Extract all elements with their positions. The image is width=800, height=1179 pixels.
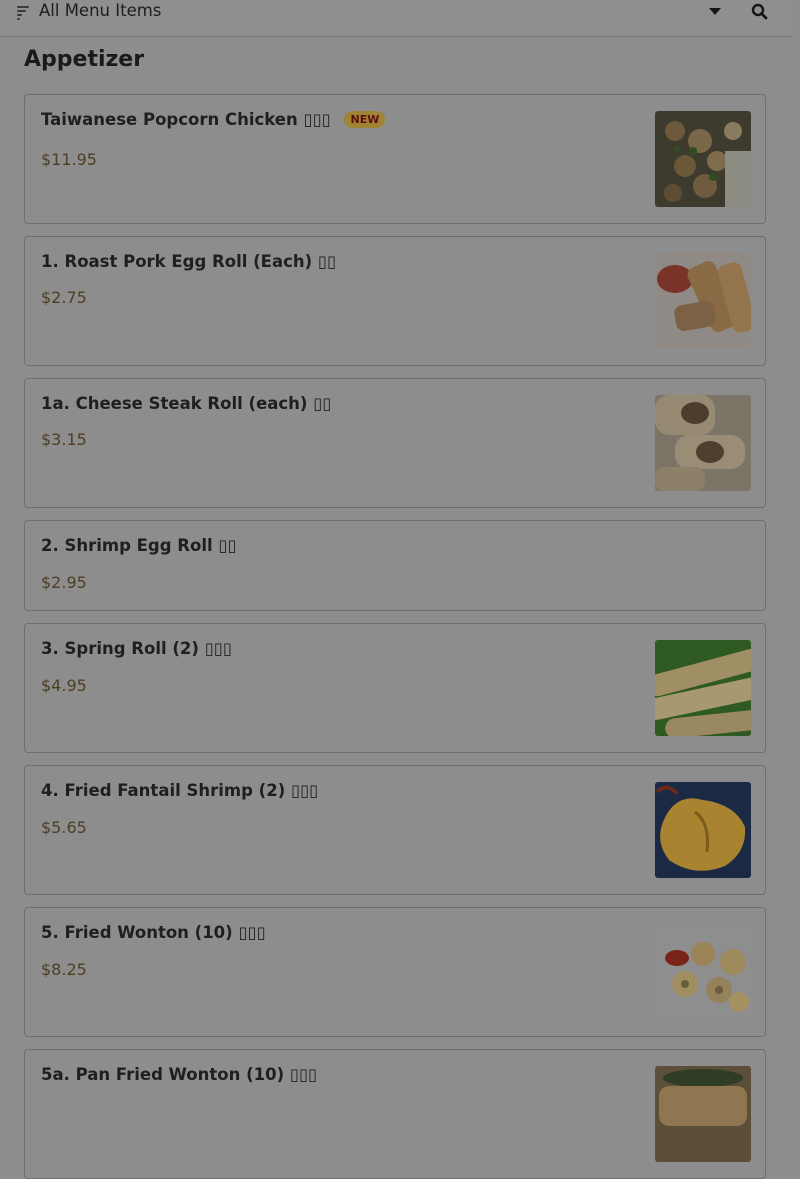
item-name: 2. Shrimp Egg Roll ▯▯ xyxy=(41,536,237,555)
item-photo xyxy=(655,253,751,349)
item-name-chinese: ▯▯▯ xyxy=(303,110,331,129)
item-name-chinese: ▯▯▯ xyxy=(204,639,232,658)
menu-item-card[interactable]: 1. Roast Pork Egg Roll (Each) ▯▯ $2.75 xyxy=(24,236,766,366)
item-name: 3. Spring Roll (2) ▯▯▯ xyxy=(41,639,232,658)
item-price: $11.95 xyxy=(41,150,97,169)
item-name-text: 5. Fried Wonton (10) xyxy=(41,923,233,942)
item-name-text: 3. Spring Roll (2) xyxy=(41,639,199,658)
item-name-text: Taiwanese Popcorn Chicken xyxy=(41,110,298,129)
item-name: 4. Fried Fantail Shrimp (2) ▯▯▯ xyxy=(41,781,318,800)
menu-item-card[interactable]: 3. Spring Roll (2) ▯▯▯ $4.95 xyxy=(24,623,766,753)
item-price: $5.65 xyxy=(41,818,87,837)
section-title: Appetizer xyxy=(24,47,145,72)
menu-item-card[interactable]: 4. Fried Fantail Shrimp (2) ▯▯▯ $5.65 xyxy=(24,765,766,895)
item-name-chinese: ▯▯ xyxy=(317,252,337,271)
item-photo xyxy=(655,924,751,1020)
item-name-text: 1. Roast Pork Egg Roll (Each) xyxy=(41,252,313,271)
top-bar: All Menu Items xyxy=(0,0,792,37)
item-photo xyxy=(655,1066,751,1162)
menu-item-card[interactable]: 2. Shrimp Egg Roll ▯▯ $2.95 xyxy=(24,520,766,611)
item-name-text: 1a. Cheese Steak Roll (each) xyxy=(41,394,308,413)
item-name-chinese: ▯▯▯ xyxy=(238,923,266,942)
item-price: $2.75 xyxy=(41,288,87,307)
new-badge: NEW xyxy=(344,111,386,128)
item-name: Taiwanese Popcorn Chicken ▯▯▯ NEW xyxy=(41,110,386,129)
item-name: 1. Roast Pork Egg Roll (Each) ▯▯ xyxy=(41,252,336,271)
menu-item-card[interactable]: 5a. Pan Fried Wonton (10) ▯▯▯ xyxy=(24,1049,766,1179)
item-photo xyxy=(655,395,751,491)
item-name-text: 2. Shrimp Egg Roll xyxy=(41,536,213,555)
chevron-down-icon[interactable] xyxy=(709,7,723,17)
item-name: 5a. Pan Fried Wonton (10) ▯▯▯ xyxy=(41,1065,317,1084)
menu-item-card[interactable]: 1a. Cheese Steak Roll (each) ▯▯ $3.15 xyxy=(24,378,766,508)
menu-item-card[interactable]: Taiwanese Popcorn Chicken ▯▯▯ NEW $11.95 xyxy=(24,94,766,224)
sort-filter-icon[interactable] xyxy=(17,5,31,20)
item-price: $4.95 xyxy=(41,676,87,695)
menu-item-card[interactable]: 5. Fried Wonton (10) ▯▯▯ $8.25 xyxy=(24,907,766,1037)
item-name-text: 5a. Pan Fried Wonton (10) xyxy=(41,1065,285,1084)
item-price: $3.15 xyxy=(41,430,87,449)
item-photo xyxy=(655,111,751,207)
item-name-chinese: ▯▯▯ xyxy=(291,781,319,800)
item-name-text: 4. Fried Fantail Shrimp (2) xyxy=(41,781,286,800)
menu-category-selector[interactable]: All Menu Items xyxy=(39,1,161,20)
item-name: 1a. Cheese Steak Roll (each) ▯▯ xyxy=(41,394,331,413)
search-icon[interactable] xyxy=(750,2,770,22)
item-photo xyxy=(655,782,751,878)
item-name: 5. Fried Wonton (10) ▯▯▯ xyxy=(41,923,266,942)
item-photo xyxy=(655,640,751,736)
item-price: $8.25 xyxy=(41,960,87,979)
item-name-chinese: ▯▯▯ xyxy=(289,1065,318,1084)
item-name-chinese: ▯▯ xyxy=(218,536,237,555)
item-price: $2.95 xyxy=(41,573,87,592)
item-name-chinese: ▯▯ xyxy=(313,394,332,413)
